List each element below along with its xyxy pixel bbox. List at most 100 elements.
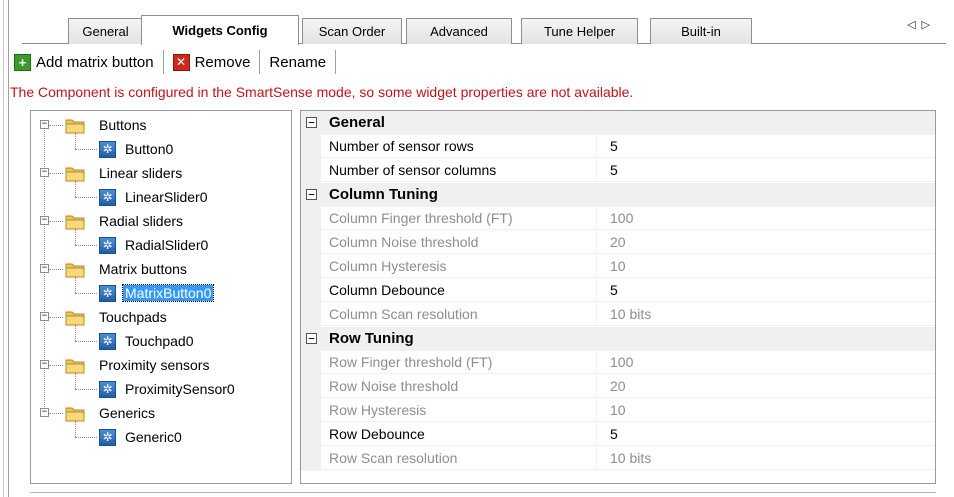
tree-group-row[interactable]: − Linear sliders (31, 161, 291, 185)
property-row[interactable]: Column Debounce 5 (301, 279, 935, 303)
tree-group-row[interactable]: − Radial sliders (31, 209, 291, 233)
tree-item-row[interactable]: ✲ Touchpad0 (31, 325, 291, 353)
tree-group-label: Proximity sensors (99, 357, 210, 373)
widget-tree[interactable]: − Buttons ✲ Button0 − Linear sliders ✲ LinearSl… (30, 110, 292, 484)
tree-connector (75, 133, 76, 149)
collapse-icon[interactable]: − (306, 117, 317, 128)
toolbar-separator (162, 50, 164, 74)
folder-icon (65, 307, 85, 327)
property-name: Column Hysteresis (321, 255, 597, 278)
property-value[interactable]: 5 (597, 423, 935, 446)
tab-scroll-right-icon[interactable]: ▷ (922, 19, 936, 31)
plus-icon: + (14, 53, 31, 71)
property-row[interactable]: Column Hysteresis 10 (301, 255, 935, 279)
toolbar-separator (259, 50, 261, 74)
collapse-icon[interactable]: − (40, 360, 49, 369)
smartsense-notice: The Component is configured in the Smart… (10, 84, 634, 100)
folder-icon (65, 115, 85, 135)
folder-icon (65, 259, 85, 279)
tree-group-row[interactable]: − Proximity sensors (31, 353, 291, 377)
remove-button-label: Remove (194, 53, 251, 71)
tree-item-row[interactable]: ✲ Generic0 (31, 421, 291, 449)
collapse-icon[interactable]: − (40, 408, 49, 417)
gear-icon: ✲ (99, 141, 116, 158)
category-name: Column Tuning (329, 186, 438, 203)
tree-connector (49, 317, 63, 318)
collapse-icon[interactable]: − (40, 312, 49, 321)
tree-group-label: Linear sliders (99, 165, 183, 181)
tree-item-label: RadialSlider0 (125, 237, 209, 253)
folder-icon (65, 163, 85, 183)
add-matrix-button[interactable]: + Add matrix button (8, 48, 160, 76)
grid-category[interactable]: − General (301, 111, 935, 135)
collapse-icon[interactable]: − (40, 120, 49, 129)
property-row[interactable]: Row Scan resolution 10 bits (301, 447, 935, 471)
property-value[interactable]: 5 (597, 279, 935, 302)
tree-item-row[interactable]: ✲ ProximitySensor0 (31, 373, 291, 401)
property-value: 10 bits (597, 303, 935, 326)
property-value: 100 (597, 207, 935, 230)
remove-x-icon: ✕ (172, 53, 190, 71)
property-row[interactable]: Row Hysteresis 10 (301, 399, 935, 423)
tree-group-label: Radial sliders (99, 213, 184, 229)
tree-item-row[interactable]: ✲ Button0 (31, 133, 291, 161)
property-row[interactable]: Row Noise threshold 20 (301, 375, 935, 399)
tree-connector (49, 221, 63, 222)
collapse-icon[interactable]: − (40, 264, 49, 273)
property-row[interactable]: Row Debounce 5 (301, 423, 935, 447)
property-value[interactable]: 5 (597, 135, 935, 158)
gear-icon: ✲ (99, 237, 116, 254)
tree-connector (75, 373, 76, 389)
collapse-icon[interactable]: − (40, 168, 49, 177)
tree-group-label: Matrix buttons (99, 261, 187, 277)
folder-icon (65, 211, 85, 231)
grid-category[interactable]: − Column Tuning (301, 183, 935, 207)
tab-widgets-config[interactable]: Widgets Config (141, 15, 299, 45)
tab-built-in[interactable]: Built-in (650, 18, 752, 44)
property-value: 20 (597, 231, 935, 254)
tree-group-row[interactable]: − Touchpads (31, 305, 291, 329)
add-matrix-button-label: Add matrix button (36, 53, 154, 71)
tree-group-label: Touchpads (99, 309, 167, 325)
property-name: Column Noise threshold (321, 231, 597, 254)
tab-tune-helper[interactable]: Tune Helper (521, 18, 638, 44)
tree-connector (49, 125, 63, 126)
property-row[interactable]: Column Finger threshold (FT) 100 (301, 207, 935, 231)
tree-group-label: Generics (99, 405, 156, 421)
property-name: Row Finger threshold (FT) (321, 351, 597, 374)
tab-scan-order[interactable]: Scan Order (302, 18, 402, 44)
property-row[interactable]: Number of sensor columns 5 (301, 159, 935, 183)
property-name: Number of sensor rows (321, 135, 597, 158)
tree-group-row[interactable]: − Matrix buttons (31, 257, 291, 281)
remove-button[interactable]: ✕ Remove (167, 48, 257, 76)
category-name: General (329, 114, 385, 131)
tree-connector (49, 365, 63, 366)
rename-button[interactable]: Rename (263, 48, 332, 76)
collapse-icon[interactable]: − (40, 216, 49, 225)
tree-group-label: Buttons (99, 117, 147, 133)
property-grid[interactable]: − General Number of sensor rows 5 Number of … (300, 110, 936, 484)
tree-item-row[interactable]: ✲ RadialSlider0 (31, 229, 291, 257)
collapse-icon[interactable]: − (306, 189, 317, 200)
property-row[interactable]: Column Scan resolution 10 bits (301, 303, 935, 327)
tab-scroll-left-icon[interactable]: ◁ (907, 19, 921, 31)
toolbar-separator (335, 50, 337, 74)
grid-category[interactable]: − Row Tuning (301, 327, 935, 351)
collapse-icon[interactable]: − (306, 333, 317, 344)
tree-group-row[interactable]: − Buttons (31, 113, 291, 137)
property-value[interactable]: 5 (597, 159, 935, 182)
property-gutter (301, 207, 321, 231)
tab-general[interactable]: General (68, 18, 143, 44)
tree-connector (75, 245, 97, 246)
tree-item-label: Generic0 (125, 429, 182, 445)
gear-icon: ✲ (99, 333, 116, 350)
property-name: Column Debounce (321, 279, 597, 302)
property-row[interactable]: Row Finger threshold (FT) 100 (301, 351, 935, 375)
property-row[interactable]: Column Noise threshold 20 (301, 231, 935, 255)
property-row[interactable]: Number of sensor rows 5 (301, 135, 935, 159)
tree-group-row[interactable]: − Generics (31, 401, 291, 425)
tree-item-row[interactable]: ✲ LinearSlider0 (31, 181, 291, 209)
tab-advanced[interactable]: Advanced (406, 18, 512, 44)
category-name: Row Tuning (329, 330, 414, 347)
tree-item-row[interactable]: ✲ MatrixButton0 (31, 277, 291, 305)
